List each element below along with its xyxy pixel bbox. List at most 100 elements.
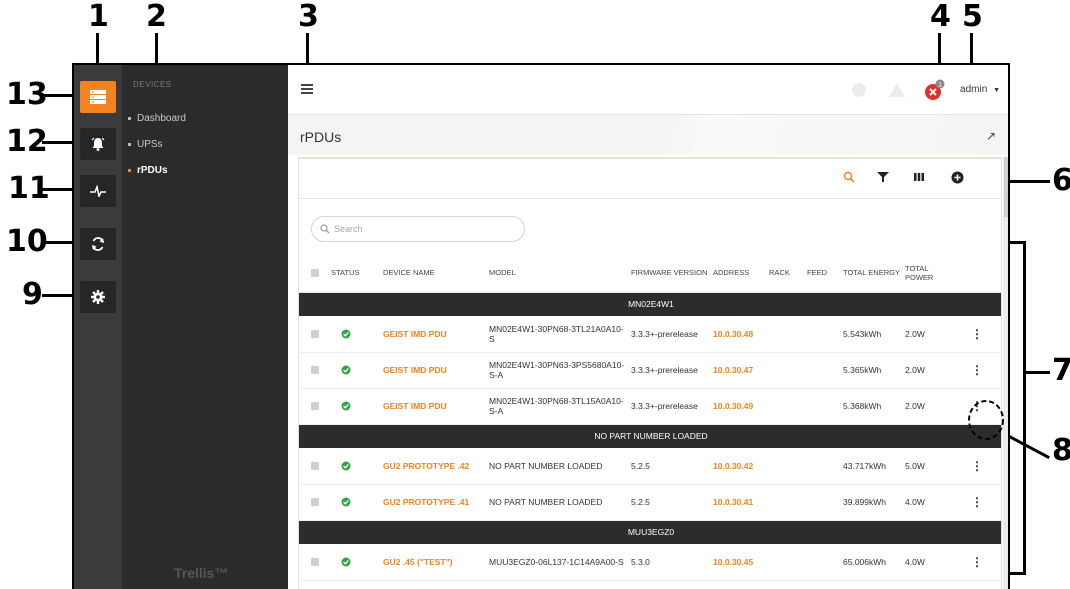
kebab-menu-icon[interactable]: ⋮ <box>951 448 1001 485</box>
search-icon[interactable] <box>843 171 855 183</box>
group-header-row: MN02E4W1 <box>299 292 1001 316</box>
model-cell: MUU3EGZ0-06L137-1C14A9A00-S <box>487 544 629 581</box>
address-link[interactable]: 10.0.30.49 <box>711 388 767 425</box>
rail-button-sync[interactable] <box>80 228 116 260</box>
rail-button-settings[interactable] <box>80 281 116 313</box>
app-window: DEVICES Dashboard UPSs rPDUs Trellis™ 1 … <box>72 63 1010 589</box>
device-name-link[interactable]: GEIST IMD PDU <box>381 352 487 389</box>
device-nav-panel: DEVICES Dashboard UPSs rPDUs Trellis™ <box>122 65 288 589</box>
row-checkbox[interactable] <box>299 448 329 485</box>
table-toolbar <box>299 159 1001 199</box>
device-name-link[interactable]: GU2 .45 ("TEST") <box>381 544 487 581</box>
rail-button-monitoring[interactable] <box>80 175 116 207</box>
row-checkbox[interactable] <box>299 388 329 425</box>
kebab-menu-icon[interactable]: ⋮ <box>951 484 1001 521</box>
status-ok-icon <box>329 448 381 485</box>
feed-cell <box>805 388 841 425</box>
main-content: 1 admin ▼ rPDUs ↗ Search STATUS DEVICE N… <box>288 65 1008 589</box>
column-header[interactable]: MODEL <box>487 254 629 293</box>
search-field[interactable] <box>311 216 525 242</box>
callout-6: 6 <box>1052 163 1070 198</box>
nav-section-title: DEVICES <box>133 80 172 89</box>
row-checkbox[interactable] <box>299 484 329 521</box>
add-circle-icon[interactable] <box>951 171 964 184</box>
status-ok-icon <box>329 316 381 353</box>
feed-cell <box>805 484 841 521</box>
nav-item-rpdus[interactable]: rPDUs <box>128 165 168 176</box>
sync-icon <box>92 237 104 251</box>
power-cell: 2.0W <box>903 352 951 389</box>
table-row[interactable]: GEIST IMD PDU MN02E4W1-30PN68-3TL15A0A10-… <box>299 388 1001 425</box>
server-icon <box>90 90 106 104</box>
nav-item-upss[interactable]: UPSs <box>128 139 163 150</box>
hamburger-menu-icon[interactable] <box>301 84 313 94</box>
status-ok-icon <box>329 544 381 581</box>
table-row[interactable]: GU2 .45 ("TEST") MUU3EGZ0-06L137-1C14A9A0… <box>299 544 1001 581</box>
rail-button-devices[interactable] <box>80 81 116 113</box>
table-row[interactable]: GU2 PROTOTYPE .41 NO PART NUMBER LOADED 5.… <box>299 484 1001 521</box>
kebab-menu-icon[interactable]: ⋮ <box>951 352 1001 389</box>
filter-icon[interactable] <box>877 171 889 183</box>
rack-cell <box>767 316 805 353</box>
scrollbar-thumb[interactable] <box>1004 157 1008 217</box>
warning-status-icon[interactable] <box>888 82 906 98</box>
address-link[interactable]: 10.0.30.48 <box>711 316 767 353</box>
group-name: MN02E4W1 <box>299 292 1001 316</box>
address-link[interactable]: 10.0.30.47 <box>711 352 767 389</box>
column-header[interactable]: ADDRESS <box>711 254 767 293</box>
error-status-icon[interactable]: 1 <box>924 79 946 101</box>
column-header[interactable]: RACK <box>767 254 805 293</box>
model-cell: NO PART NUMBER LOADED <box>487 448 629 485</box>
bullet-icon <box>128 117 131 120</box>
rail-button-alarms[interactable] <box>80 128 116 160</box>
device-name-link[interactable]: GEIST IMD PDU <box>381 316 487 353</box>
kebab-menu-icon[interactable]: ⋮ <box>951 544 1001 581</box>
table-row[interactable]: GEIST IMD PDU MN02E4W1-30PN68-3TL21A0A10-… <box>299 316 1001 353</box>
row-checkbox[interactable] <box>299 316 329 353</box>
column-header[interactable]: DEVICE NAME <box>381 254 487 293</box>
column-header[interactable]: TOTAL POWER <box>903 254 951 293</box>
callout-7: 7 <box>1052 353 1070 388</box>
kebab-menu-icon[interactable]: ⋮ <box>951 316 1001 353</box>
column-header[interactable]: FEED <box>805 254 841 293</box>
feed-cell <box>805 352 841 389</box>
device-name-link[interactable]: GU2 PROTOTYPE .41 <box>381 484 487 521</box>
select-all-checkbox[interactable] <box>299 254 329 293</box>
chevron-down-icon: ▼ <box>993 87 1000 94</box>
page-title: rPDUs <box>300 129 342 145</box>
column-header[interactable]: FIRMWARE VERSION <box>629 254 711 293</box>
column-header[interactable]: STATUS <box>329 254 381 293</box>
table-body: MN02E4W1 GEIST IMD PDU MN02E4W1-30PN68-3TL… <box>299 292 1001 581</box>
power-cell: 5.0W <box>903 448 951 485</box>
rack-cell <box>767 484 805 521</box>
scrollbar[interactable] <box>1003 157 1008 589</box>
user-menu[interactable]: admin ▼ <box>960 84 1000 95</box>
firmware-cell: 5.2.5 <box>629 484 711 521</box>
table-row[interactable]: GEIST IMD PDU MN02E4W1-30PN63-3PS5680A10-… <box>299 352 1001 389</box>
device-name-link[interactable]: GU2 PROTOTYPE .42 <box>381 448 487 485</box>
nav-item-dashboard[interactable]: Dashboard <box>128 113 186 124</box>
columns-icon[interactable] <box>913 171 925 183</box>
search-input[interactable] <box>334 224 504 234</box>
annotated-screenshot: 1 2 3 4 5 6 7 8 13 12 11 10 9 DEVICES Da… <box>0 0 1070 589</box>
energy-cell: 5.368kWh <box>841 388 903 425</box>
info-status-icon[interactable] <box>851 82 867 98</box>
device-name-link[interactable]: GEIST IMD PDU <box>381 388 487 425</box>
firmware-cell: 3.3.3+-prerelease <box>629 388 711 425</box>
callout-4: 4 <box>930 0 951 34</box>
address-link[interactable]: 10.0.30.41 <box>711 484 767 521</box>
firmware-cell: 5.3.0 <box>629 544 711 581</box>
top-bar: 1 admin ▼ <box>288 65 1008 115</box>
status-ok-icon <box>329 352 381 389</box>
highlight-circle <box>968 400 1004 440</box>
nav-item-label: Dashboard <box>137 113 186 124</box>
row-checkbox[interactable] <box>299 352 329 389</box>
table-row[interactable]: GU2 PROTOTYPE .42 NO PART NUMBER LOADED 5.… <box>299 448 1001 485</box>
address-link[interactable]: 10.0.30.42 <box>711 448 767 485</box>
address-link[interactable]: 10.0.30.45 <box>711 544 767 581</box>
energy-cell: 43.717kWh <box>841 448 903 485</box>
expand-icon[interactable]: ↗ <box>986 129 996 143</box>
column-header[interactable]: TOTAL ENERGY <box>841 254 903 293</box>
row-checkbox[interactable] <box>299 544 329 581</box>
callout-5: 5 <box>962 0 983 34</box>
